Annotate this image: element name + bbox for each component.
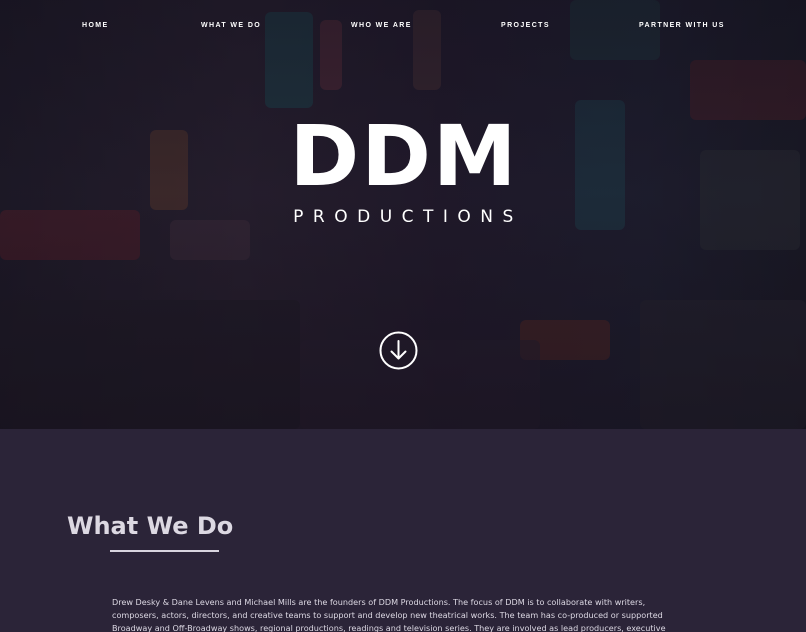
section-title: What We Do: [67, 512, 234, 540]
hero-section: HOME WHAT WE DO WHO WE ARE PROJECTS PART…: [0, 0, 806, 429]
nav-home[interactable]: HOME: [82, 22, 109, 29]
nav-partner-with-us[interactable]: PARTNER WITH US: [639, 22, 725, 29]
page: HOME WHAT WE DO WHO WE ARE PROJECTS PART…: [0, 0, 806, 632]
logo-sub-text: PRODUCTIONS: [293, 207, 523, 227]
main-nav: HOME WHAT WE DO WHO WE ARE PROJECTS PART…: [0, 22, 806, 36]
nav-what-we-do[interactable]: WHAT WE DO: [201, 22, 261, 29]
nav-projects[interactable]: PROJECTS: [501, 22, 550, 29]
arrow-down-circle-icon[interactable]: [379, 331, 418, 370]
nav-who-we-are[interactable]: WHO WE ARE: [351, 22, 412, 29]
section-body-text: Drew Desky & Dane Levens and Michael Mil…: [112, 597, 666, 632]
brand-logo: DDM PRODUCTIONS: [0, 108, 806, 229]
title-underline: [110, 550, 219, 552]
what-we-do-section: What We Do Drew Desky & Dane Levens and …: [0, 429, 806, 632]
logo-main-text: DDM: [289, 107, 519, 205]
